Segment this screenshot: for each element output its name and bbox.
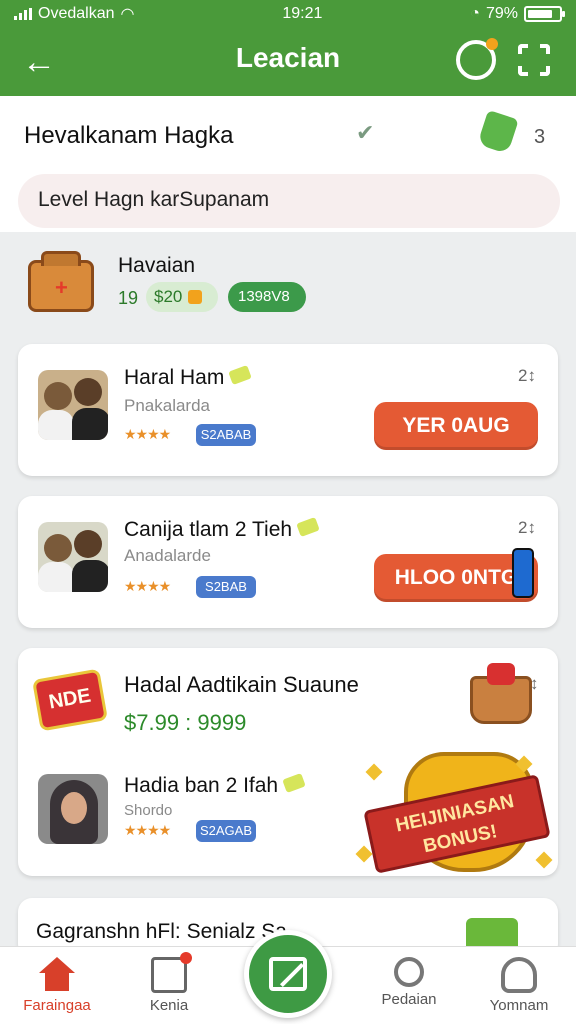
phone-icon <box>512 548 534 598</box>
checkmark-icon: ✔ <box>356 120 375 145</box>
offer-photo <box>38 370 108 440</box>
app-bar: ← Leacian <box>0 28 576 96</box>
header-card: Hevalkanam Hagka ✔ 3 Level Hagn karSupan… <box>0 96 576 232</box>
home-icon <box>39 957 75 993</box>
cup-icon <box>477 109 519 155</box>
treasure-chest-icon: + <box>28 251 94 312</box>
wallet-name: Havaian <box>118 254 196 277</box>
offer-card[interactable]: Haral Ham Pnakalarda ★★★★ S2ABAB 2↕ YER … <box>18 344 558 476</box>
clock: 19:21 <box>282 5 323 22</box>
promo-price: $7.99 : 9999 <box>124 710 247 735</box>
compose-button[interactable] <box>244 930 332 1018</box>
promo-rank: ↕ <box>530 674 539 693</box>
refresh-badge-icon[interactable] <box>456 38 498 80</box>
offer-badge: S2BAB <box>196 576 256 598</box>
promo-sub-title: Hadia ban 2 Ifah <box>124 773 306 798</box>
carrier-label: Ovedalkan <box>38 5 115 22</box>
offer-badge: S2ABAB <box>196 424 256 446</box>
nav-item-search[interactable]: Pedaian <box>354 957 464 1008</box>
offer-cta-button[interactable]: YER 0AUG <box>374 402 538 450</box>
alarm-icon: ◔ <box>470 5 480 22</box>
star-rating: ★★★★ <box>124 822 171 838</box>
nav-item-profile[interactable]: Yomnam <box>464 957 574 1014</box>
offer-title: Haral Ham <box>124 365 253 390</box>
tag-icon <box>228 365 253 385</box>
balance-value: $20 <box>154 287 183 306</box>
coin-icon <box>188 290 203 304</box>
tag-icon <box>296 517 320 537</box>
code-chip[interactable]: 1398V8 <box>228 282 306 312</box>
wallet-row: + Havaian 19 $20 1398V8 <box>0 240 576 330</box>
wifi-icon: ◠ <box>120 6 135 23</box>
nav-item-news[interactable]: Kenia <box>114 952 224 1014</box>
status-bar: Ovedalkan ◠ 19:21 ◔ 79% <box>0 0 576 28</box>
offer-card[interactable]: Canija tlam 2 Tieh Anadalarde ★★★★ S2BAB… <box>18 496 558 628</box>
offer-subtitle: Pnakalarda <box>124 396 211 415</box>
battery-percent: 79% <box>485 5 518 22</box>
scan-icon[interactable] <box>518 44 550 76</box>
promo-photo <box>38 774 108 844</box>
document-icon <box>151 952 192 993</box>
promo-badge: S2AGAB <box>196 820 256 842</box>
compose-icon <box>269 957 307 991</box>
offer-title: Canija tlam 2 Tieh <box>124 517 320 542</box>
gift-basket-icon <box>470 663 532 724</box>
wallet-points: 19 <box>118 288 139 308</box>
search-icon <box>394 957 424 987</box>
battery-icon <box>524 6 565 22</box>
promo-title: Hadal Aadtikain Suaune <box>124 672 359 697</box>
tag-icon <box>282 773 306 793</box>
star-rating: ★★★★ <box>124 426 171 442</box>
header-count: 3 <box>534 126 546 148</box>
offer-rank: 2↕ <box>518 518 536 537</box>
sparkle-icon <box>365 763 383 781</box>
offer-photo <box>38 522 108 592</box>
offer-cta-label: HLOO 0NTG <box>394 566 518 589</box>
promo-sub-subtitle: Shordo <box>124 802 173 819</box>
sparkle-icon <box>535 851 553 869</box>
level-search-field[interactable]: Level Hagn karSupanam <box>18 174 560 228</box>
sparkle-icon <box>355 845 373 863</box>
star-rating: ★★★★ <box>124 578 171 594</box>
section-heading: Hevalkanam Hagka <box>24 122 234 149</box>
user-icon <box>501 957 537 993</box>
signal-icon <box>14 8 32 20</box>
offer-subtitle: Anadalarde <box>124 546 211 565</box>
nav-item-home[interactable]: Faraingaa <box>2 957 112 1014</box>
offer-rank: 2↕ <box>518 366 536 385</box>
balance-chip[interactable]: $20 <box>146 282 218 312</box>
sale-tag-icon: NDE <box>32 668 108 732</box>
promo-card[interactable]: NDE Hadal Aadtikain Suaune $7.99 : 9999 … <box>18 648 558 876</box>
offer-cta-button[interactable]: HLOO 0NTG <box>374 548 538 602</box>
